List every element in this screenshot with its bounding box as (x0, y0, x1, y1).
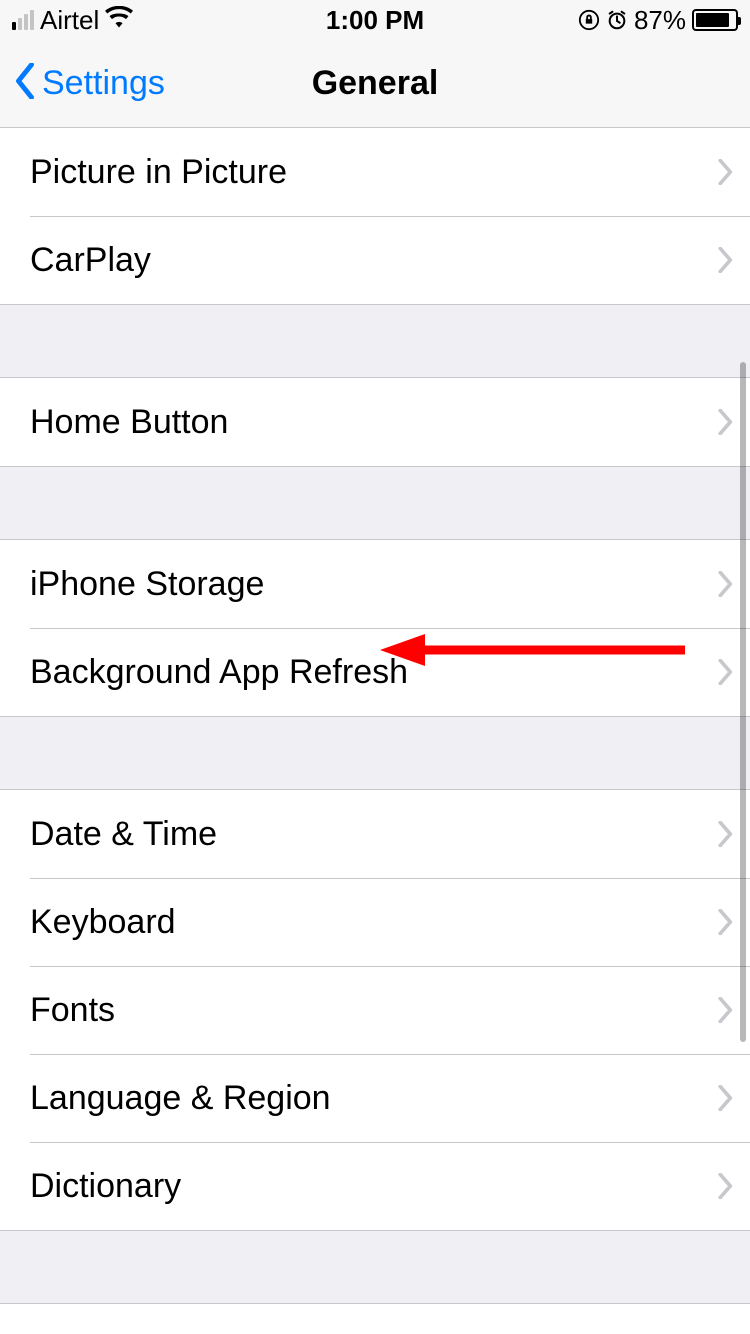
row-label: Fonts (30, 991, 718, 1030)
row-label: Keyboard (30, 903, 718, 942)
row-background-app-refresh[interactable]: Background App Refresh (0, 628, 750, 716)
row-vpn[interactable]: VPN Not Connected (0, 1304, 750, 1334)
status-bar: Airtel 1:00 PM 87% (0, 0, 750, 40)
group-spacer (0, 717, 750, 789)
alarm-icon (606, 9, 628, 31)
row-dictionary[interactable]: Dictionary (0, 1142, 750, 1230)
settings-group: iPhone Storage Background App Refresh (0, 539, 750, 717)
group-spacer (0, 305, 750, 377)
row-label: iPhone Storage (30, 565, 718, 604)
row-label: Dictionary (30, 1167, 718, 1206)
rotation-lock-icon (578, 9, 600, 31)
row-label: Picture in Picture (30, 153, 718, 192)
wifi-icon (105, 6, 133, 35)
chevron-right-icon (718, 159, 734, 185)
row-label: CarPlay (30, 241, 718, 280)
page-title: General (312, 64, 439, 103)
chevron-right-icon (718, 997, 734, 1023)
settings-group: Picture in Picture CarPlay (0, 128, 750, 305)
chevron-right-icon (718, 1173, 734, 1199)
row-carplay[interactable]: CarPlay (0, 216, 750, 304)
back-button[interactable]: Settings (0, 63, 165, 104)
row-label: Language & Region (30, 1079, 718, 1118)
scroll-indicator[interactable] (740, 362, 746, 1042)
status-right: 87% (578, 5, 738, 36)
row-label: Date & Time (30, 815, 718, 854)
signal-strength-icon (12, 10, 34, 30)
row-label: VPN (30, 1329, 483, 1334)
settings-group: Date & Time Keyboard Fonts Language & Re… (0, 789, 750, 1231)
row-label: Home Button (30, 403, 718, 442)
settings-group: Home Button (0, 377, 750, 467)
status-left: Airtel (12, 5, 578, 36)
chevron-right-icon (718, 659, 734, 685)
battery-percentage: 87% (634, 5, 686, 36)
chevron-right-icon (718, 247, 734, 273)
chevron-right-icon (718, 821, 734, 847)
chevron-right-icon (718, 409, 734, 435)
row-language-region[interactable]: Language & Region (0, 1054, 750, 1142)
row-label: Background App Refresh (30, 653, 718, 692)
row-detail: Not Connected (483, 1329, 710, 1334)
carrier-label: Airtel (40, 5, 99, 36)
row-picture-in-picture[interactable]: Picture in Picture (0, 128, 750, 216)
content: Picture in Picture CarPlay Home Button i… (0, 128, 750, 1334)
chevron-right-icon (718, 909, 734, 935)
chevron-right-icon (718, 571, 734, 597)
group-spacer (0, 467, 750, 539)
chevron-left-icon (14, 63, 36, 104)
nav-header: Settings General (0, 40, 750, 128)
row-date-time[interactable]: Date & Time (0, 790, 750, 878)
row-home-button[interactable]: Home Button (0, 378, 750, 466)
chevron-right-icon (718, 1085, 734, 1111)
row-iphone-storage[interactable]: iPhone Storage (0, 540, 750, 628)
row-fonts[interactable]: Fonts (0, 966, 750, 1054)
row-keyboard[interactable]: Keyboard (0, 878, 750, 966)
battery-icon (692, 9, 738, 31)
back-label: Settings (42, 64, 165, 103)
group-spacer (0, 1231, 750, 1303)
status-time: 1:00 PM (326, 5, 424, 36)
settings-group: VPN Not Connected (0, 1303, 750, 1334)
